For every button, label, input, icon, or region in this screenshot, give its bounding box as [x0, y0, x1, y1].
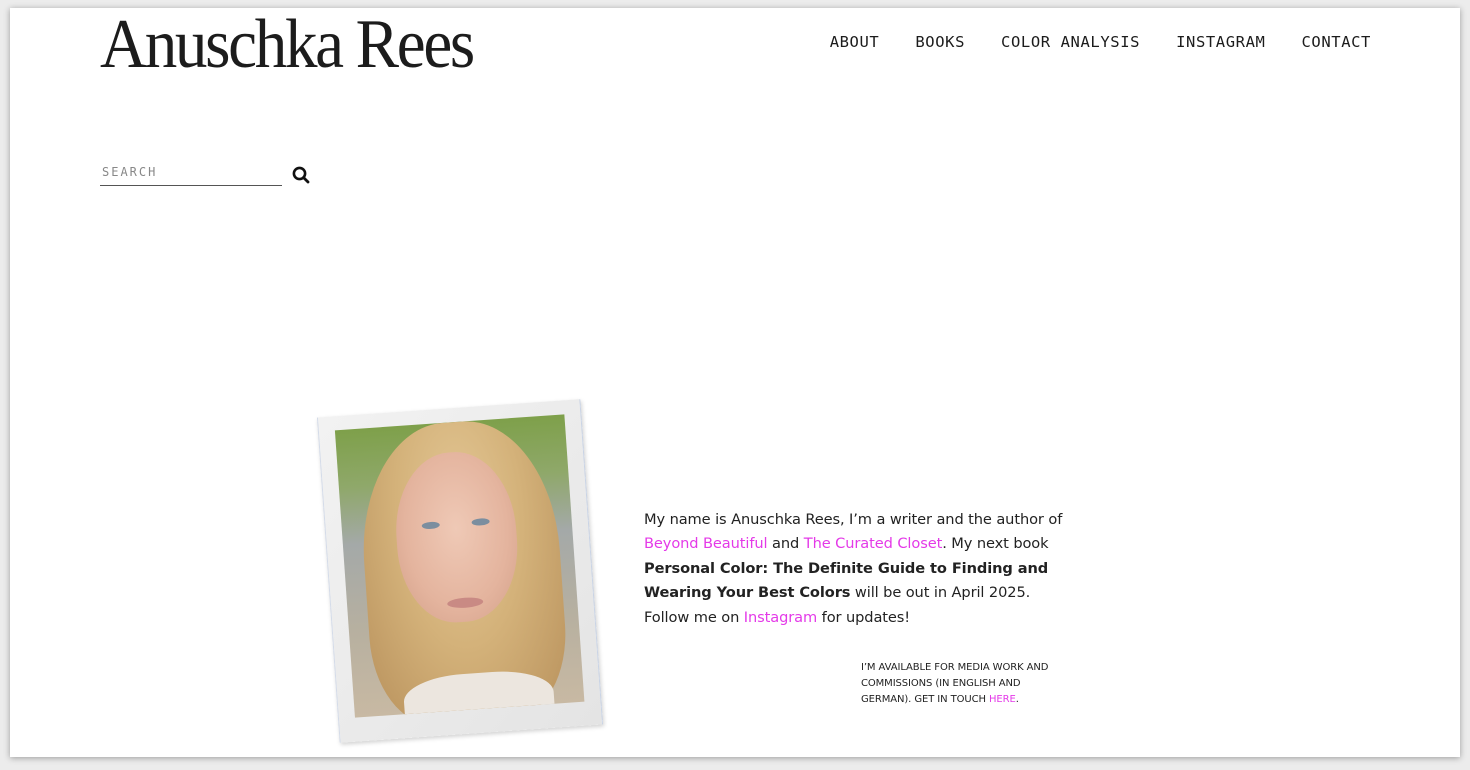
link-beyond-beautiful[interactable]: Beyond Beautiful	[644, 535, 768, 552]
link-the-curated-closet[interactable]: The Curated Closet	[804, 535, 943, 552]
bio-paragraph: My name is Anuschka Rees, I’m a writer a…	[644, 508, 1064, 631]
polaroid-photo-frame	[316, 399, 604, 743]
portrait-photo	[334, 414, 585, 718]
nav-item-books[interactable]: BOOKS	[915, 33, 965, 51]
media-end: .	[1015, 694, 1019, 705]
nav-item-contact[interactable]: CONTACT	[1301, 33, 1371, 51]
search-input[interactable]	[100, 163, 282, 186]
media-availability-note: I’M AVAILABLE FOR MEDIA WORK AND COMMISS…	[861, 660, 1061, 708]
bio-outro: for updates!	[817, 608, 911, 626]
bio-next: . My next book	[942, 535, 1049, 553]
search-form	[100, 163, 312, 186]
contact-here-link[interactable]: HERE	[989, 694, 1016, 705]
search-icon	[292, 166, 310, 183]
link-instagram[interactable]: Instagram	[744, 609, 817, 626]
nav-item-color-analysis[interactable]: COLOR ANALYSIS	[1001, 33, 1140, 51]
media-text: I’M AVAILABLE FOR MEDIA WORK AND COMMISS…	[861, 662, 1049, 705]
nav-item-instagram[interactable]: INSTAGRAM	[1176, 33, 1265, 51]
bio-intro: My name is Anuschka Rees, I’m a writer a…	[644, 510, 1063, 528]
browser-window: Anuschka Rees ABOUT BOOKS COLOR ANALYSIS…	[10, 8, 1460, 757]
main-nav: ABOUT BOOKS COLOR ANALYSIS INSTAGRAM CON…	[794, 33, 1371, 51]
site-logo[interactable]: Anuschka Rees	[100, 10, 475, 80]
search-button[interactable]	[290, 164, 312, 186]
nav-item-about[interactable]: ABOUT	[830, 33, 880, 51]
bio-and: and	[767, 535, 804, 553]
